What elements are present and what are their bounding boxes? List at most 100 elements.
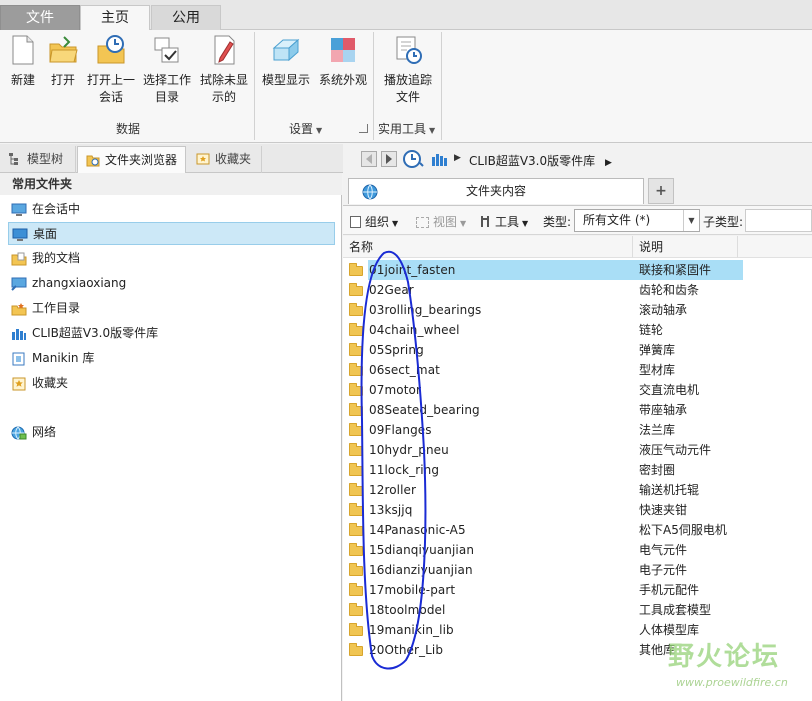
history-button[interactable] bbox=[402, 149, 424, 169]
folder-network[interactable]: 网络 bbox=[8, 421, 335, 444]
column-header-name[interactable]: 名称 bbox=[343, 236, 633, 258]
view-icon bbox=[416, 217, 429, 228]
file-row[interactable]: 02Gear 齿轮和齿条 bbox=[343, 280, 812, 300]
file-row[interactable]: 18toolmodel 工具成套模型 bbox=[343, 600, 812, 620]
organize-menu[interactable]: 组织 ▼ bbox=[350, 213, 398, 230]
tab-public[interactable]: 公用 bbox=[151, 5, 221, 30]
file-description: 弹簧库 bbox=[639, 343, 676, 357]
file-name: 16dianziyuanjian bbox=[369, 563, 473, 577]
file-description: 齿轮和齿条 bbox=[639, 283, 700, 297]
globe-icon bbox=[361, 183, 379, 201]
folder-my-documents[interactable]: 我的文档 bbox=[8, 247, 335, 270]
tab-file[interactable]: 文件 bbox=[0, 5, 80, 30]
file-name: 12roller bbox=[369, 483, 417, 497]
back-button[interactable] bbox=[361, 151, 377, 167]
system-appearance-label: 系统外观 bbox=[318, 73, 367, 87]
folder-in-session[interactable]: 在会话中 bbox=[8, 198, 335, 221]
file-row[interactable]: 01joint_fasten 联接和紧固件 bbox=[343, 260, 812, 280]
folder-user[interactable]: zhangxiaoxiang bbox=[8, 272, 335, 295]
file-row[interactable]: 13ksjjq 快速夹钳 bbox=[343, 500, 812, 520]
file-row[interactable]: 05Spring 弹簧库 bbox=[343, 340, 812, 360]
dropdown-arrow-icon: ▼ bbox=[429, 126, 436, 135]
file-row[interactable]: 12roller 输送机托辊 bbox=[343, 480, 812, 500]
common-folders-panel: 常用文件夹 在会话中 桌面 我的文档 zhangxiaoxiang 工作目录 C… bbox=[0, 173, 342, 701]
file-description: 液压气动元件 bbox=[639, 443, 712, 457]
subtype-select[interactable] bbox=[745, 209, 812, 232]
tab-folder-browser[interactable]: 文件夹浏览器 bbox=[77, 146, 186, 173]
view-menu[interactable]: 视图 ▼ bbox=[416, 213, 466, 230]
file-description: 手机元配件 bbox=[639, 583, 700, 597]
select-working-dir-icon bbox=[152, 34, 182, 66]
file-row[interactable]: 08Seated_bearing 带座轴承 bbox=[343, 400, 812, 420]
system-appearance-button[interactable]: 系统外观 bbox=[316, 34, 370, 89]
file-row[interactable]: 11lock_ring 密封圈 bbox=[343, 460, 812, 480]
select-working-dir-label: 选择工作 目录 bbox=[142, 73, 191, 104]
folder-working-directory[interactable]: 工作目录 bbox=[8, 297, 335, 320]
folder-desktop[interactable]: 桌面 bbox=[8, 222, 335, 245]
forward-button[interactable] bbox=[381, 151, 397, 167]
folder-icon bbox=[349, 583, 363, 596]
folder-icon bbox=[349, 623, 363, 636]
file-row[interactable]: 15dianqiyuanjian 电气元件 bbox=[343, 540, 812, 560]
folder-contents-tab[interactable]: 文件夹内容 bbox=[348, 178, 644, 204]
file-description: 型材库 bbox=[639, 363, 676, 377]
monitor-icon bbox=[11, 202, 27, 216]
dropdown-arrow-icon: ▼ bbox=[316, 126, 323, 135]
tab-favorites[interactable]: 收藏夹 bbox=[188, 146, 262, 173]
file-row[interactable]: 09Flanges 法兰库 bbox=[343, 420, 812, 440]
file-row[interactable]: 06sect_mat 型材库 bbox=[343, 360, 812, 380]
tools-icon bbox=[480, 215, 490, 228]
file-name: 05Spring bbox=[369, 343, 424, 357]
file-row[interactable]: 16dianziyuanjian 电子元件 bbox=[343, 560, 812, 580]
tab-home[interactable]: 主页 bbox=[80, 5, 150, 31]
open-button[interactable]: 打开 bbox=[46, 34, 80, 89]
file-row[interactable]: 04chain_wheel 链轮 bbox=[343, 320, 812, 340]
file-name: 06sect_mat bbox=[369, 363, 440, 377]
erase-not-displayed-button[interactable]: 拭除未显 示的 bbox=[197, 34, 251, 106]
open-last-session-button[interactable]: 打开上一 会话 bbox=[84, 34, 138, 106]
file-row[interactable]: 10hydr_pneu 液压气动元件 bbox=[343, 440, 812, 460]
network-icon bbox=[11, 425, 27, 440]
column-header-description[interactable]: 说明 bbox=[633, 236, 738, 258]
group-label-utilities[interactable]: 实用工具 ▼ bbox=[378, 120, 435, 137]
folder-clib-library-label: CLIB超蓝V3.0版零件库 bbox=[32, 326, 159, 340]
file-description: 带座轴承 bbox=[639, 403, 688, 417]
breadcrumb[interactable]: CLIB超蓝V3.0版零件库 ▶ bbox=[469, 152, 612, 169]
folder-icon bbox=[349, 643, 363, 656]
file-row[interactable]: 03rolling_bearings 滚动轴承 bbox=[343, 300, 812, 320]
folder-browser-icon bbox=[86, 150, 100, 167]
new-button[interactable]: 新建 bbox=[6, 34, 40, 89]
file-row[interactable]: 07motor 交直流电机 bbox=[343, 380, 812, 400]
type-label: 类型: bbox=[543, 215, 572, 229]
file-name: 09Flanges bbox=[369, 423, 432, 437]
ribbon-group-separator bbox=[441, 32, 442, 140]
chevron-down-icon: ▼ bbox=[683, 210, 699, 231]
ribbon-tab-bar: 文件 主页 公用 bbox=[0, 0, 812, 31]
folder-favorites[interactable]: 收藏夹 bbox=[8, 372, 335, 395]
play-trail-file-icon bbox=[393, 34, 423, 66]
file-type-value: 所有文件 (*) bbox=[583, 213, 651, 227]
tab-model-tree[interactable]: 模型树 bbox=[0, 146, 76, 173]
new-tab-button[interactable]: + bbox=[648, 178, 674, 204]
file-toolbar: 组织 ▼ 视图 ▼ 工具 ▼ 类型: 所有文件 (*) ▼ 子类型: bbox=[343, 205, 812, 235]
file-row[interactable]: 17mobile-part 手机元配件 bbox=[343, 580, 812, 600]
favorites-icon bbox=[11, 376, 27, 391]
dialog-launcher-icon[interactable] bbox=[359, 124, 368, 133]
tools-menu[interactable]: 工具 ▼ bbox=[480, 213, 528, 230]
folder-network-label: 网络 bbox=[32, 425, 57, 439]
select-working-dir-button[interactable]: 选择工作 目录 bbox=[140, 34, 194, 106]
folder-manikin-library[interactable]: Manikin 库 bbox=[8, 347, 335, 370]
file-type-select[interactable]: 所有文件 (*) ▼ bbox=[574, 209, 700, 232]
play-trail-file-button[interactable]: 播放追踪 文件 bbox=[380, 34, 436, 106]
folder-icon bbox=[349, 303, 363, 316]
erase-not-displayed-icon bbox=[209, 34, 239, 66]
library-icon bbox=[431, 151, 449, 167]
play-trail-file-label: 播放追踪 文件 bbox=[383, 73, 432, 104]
system-appearance-icon bbox=[328, 34, 358, 66]
model-display-button[interactable]: 模型显示 bbox=[258, 34, 314, 89]
group-label-settings[interactable]: 设置 ▼ bbox=[289, 120, 322, 137]
file-row[interactable]: 14Panasonic-A5 松下A5伺服电机 bbox=[343, 520, 812, 540]
folder-manikin-library-label: Manikin 库 bbox=[32, 351, 95, 365]
folder-clib-library[interactable]: CLIB超蓝V3.0版零件库 bbox=[8, 322, 335, 345]
file-description: 联接和紧固件 bbox=[633, 260, 743, 280]
